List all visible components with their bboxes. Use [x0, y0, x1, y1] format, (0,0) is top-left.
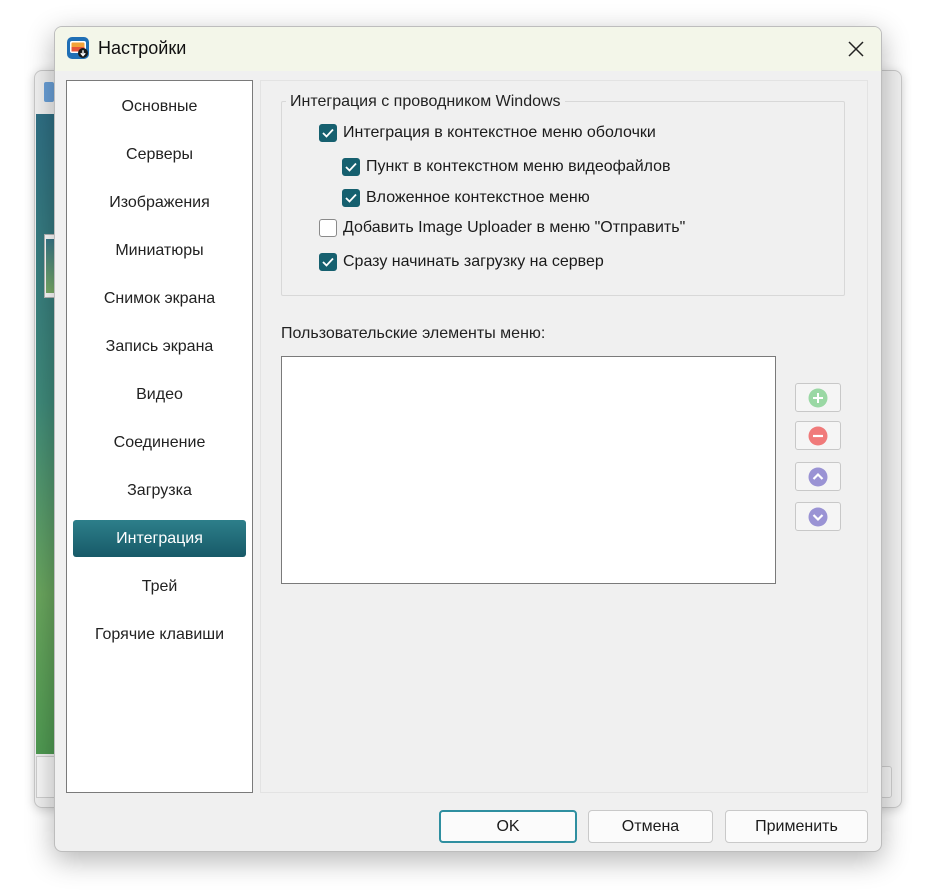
minus-circle-icon [808, 426, 828, 445]
dialog-title: Настройки [98, 38, 187, 58]
check-icon [345, 193, 357, 203]
background-app-icon [44, 82, 54, 102]
nav-item-screenshot[interactable]: Снимок экрана [73, 280, 246, 317]
nav-item-label: Загрузка [127, 481, 192, 499]
nav-item-screen-recording[interactable]: Запись экрана [73, 328, 246, 365]
custom-menu-label: Пользовательские элементы меню: [281, 325, 546, 342]
group-title: Интеграция с проводником Windows [286, 93, 565, 111]
checkbox[interactable] [319, 253, 337, 271]
nav-item-connection[interactable]: Соединение [73, 424, 246, 461]
nav-item-label: Соединение [113, 433, 206, 451]
option-label: Вложенное контекстное меню [366, 189, 590, 206]
check-icon [322, 128, 334, 138]
nav-item-label: Трей [141, 577, 178, 595]
explorer-integration-group: Интеграция с проводником Windows Интегра… [281, 93, 845, 296]
cancel-button[interactable]: Отмена [588, 810, 713, 843]
option-send-to-menu[interactable]: Добавить Image Uploader в меню "Отправит… [319, 219, 685, 237]
integration-panel: Интеграция с проводником Windows Интегра… [260, 80, 868, 793]
move-down-button[interactable] [795, 502, 841, 531]
option-start-upload[interactable]: Сразу начинать загрузку на сервер [319, 253, 604, 271]
apply-button[interactable]: Применить [725, 810, 868, 843]
ok-button[interactable]: OK [439, 810, 577, 843]
nav-item-label: Видео [136, 385, 183, 403]
settings-dialog: Настройки Основные Серверы Изображения М… [54, 26, 882, 852]
nav-item-images[interactable]: Изображения [73, 184, 246, 221]
nav-item-label: Снимок экрана [103, 289, 216, 307]
nav-item-main[interactable]: Основные [73, 88, 246, 125]
nav-item-label: Серверы [126, 145, 193, 163]
plus-circle-icon [808, 388, 828, 407]
nav-item-video[interactable]: Видео [73, 376, 246, 413]
add-item-button[interactable] [795, 383, 841, 412]
background-image-strip [36, 114, 54, 754]
nav-item-integration[interactable]: Интеграция [73, 520, 246, 557]
chevron-up-circle-icon [808, 467, 828, 486]
move-up-button[interactable] [795, 462, 841, 491]
nav-item-label: Основные [121, 97, 198, 115]
option-label: Сразу начинать загрузку на сервер [343, 253, 604, 270]
checkbox[interactable] [319, 124, 337, 142]
nav-item-tray[interactable]: Трей [73, 568, 246, 605]
nav-item-upload[interactable]: Загрузка [73, 472, 246, 509]
nav-item-label: Изображения [109, 193, 210, 211]
nav-item-servers[interactable]: Серверы [73, 136, 246, 173]
app-icon [67, 37, 89, 59]
chevron-down-circle-icon [808, 507, 828, 526]
checkbox[interactable] [342, 189, 360, 207]
close-button[interactable] [831, 27, 881, 71]
remove-item-button[interactable] [795, 421, 841, 450]
nav-item-hotkeys[interactable]: Горячие клавиши [73, 616, 246, 653]
checkbox[interactable] [342, 158, 360, 176]
title-bar: Настройки [55, 27, 881, 71]
check-icon [322, 257, 334, 267]
nav-item-label: Интеграция [116, 529, 203, 547]
check-icon [345, 162, 357, 172]
nav-item-thumbnails[interactable]: Миниатюры [73, 232, 246, 269]
nav-item-label: Запись экрана [105, 337, 214, 355]
settings-nav: Основные Серверы Изображения Миниатюры С… [66, 80, 253, 793]
checkbox[interactable] [319, 219, 337, 237]
option-nested-context-menu[interactable]: Вложенное контекстное меню [342, 189, 590, 207]
option-label: Пункт в контекстном меню видеофайлов [366, 158, 671, 175]
nav-item-label: Горячие клавиши [94, 625, 225, 643]
nav-item-label: Миниатюры [115, 241, 204, 259]
option-video-context-item[interactable]: Пункт в контекстном меню видеофайлов [342, 158, 671, 176]
custom-menu-list[interactable] [281, 356, 776, 584]
close-icon [848, 41, 864, 57]
background-button [36, 756, 56, 798]
option-label: Добавить Image Uploader в меню "Отправит… [343, 219, 686, 236]
option-label: Интеграция в контекстное меню оболочки [343, 124, 656, 141]
option-shell-context-menu[interactable]: Интеграция в контекстное меню оболочки [319, 124, 656, 142]
